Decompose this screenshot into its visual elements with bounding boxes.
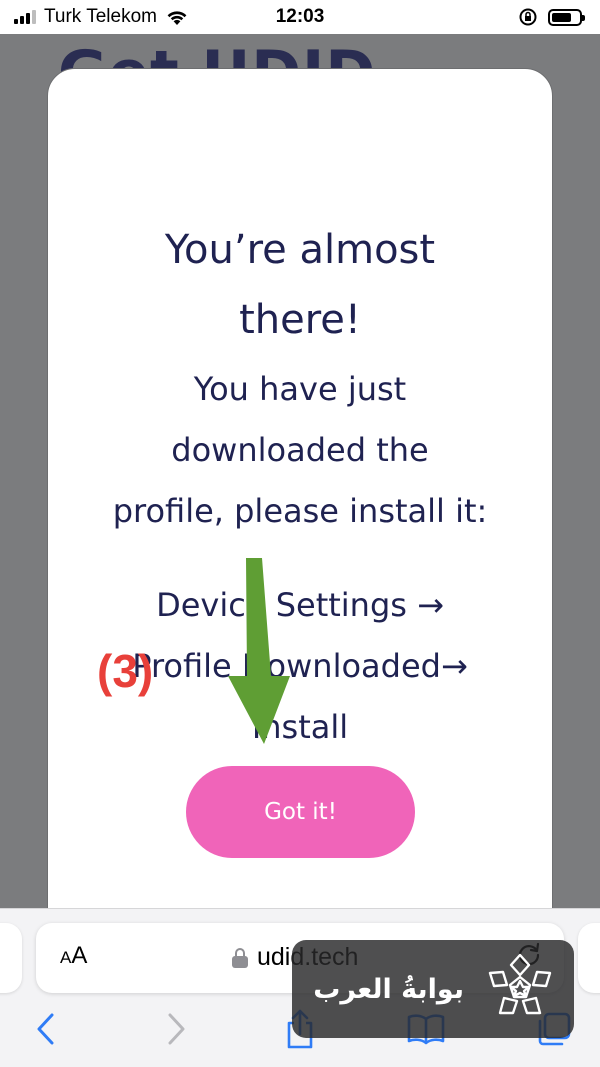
cellular-signal-icon <box>14 10 36 24</box>
aa-large-letter: A <box>71 942 88 969</box>
modal-step-line-3: Install <box>251 708 349 746</box>
carrier-name: Turk Telekom <box>44 6 157 27</box>
back-button[interactable] <box>26 1009 66 1049</box>
chevron-right-icon <box>168 1013 185 1045</box>
status-left: Turk Telekom <box>14 6 189 28</box>
watermark-logo-icon <box>488 953 552 1015</box>
aa-small-letter: A <box>60 948 72 967</box>
down-arrow-icon <box>228 558 290 744</box>
modal-title: You’re almost there! <box>88 215 512 355</box>
wifi-icon <box>167 11 187 25</box>
forward-button[interactable] <box>156 1009 196 1049</box>
got-it-button[interactable]: Got it! <box>186 766 415 858</box>
status-bar: Turk Telekom 12:03 <box>0 0 600 34</box>
battery-icon <box>548 8 585 26</box>
status-right <box>518 7 585 27</box>
next-tab-peek[interactable] <box>578 923 600 993</box>
step-number-label: (3) <box>97 645 154 697</box>
previous-tab-peek[interactable] <box>0 923 22 993</box>
reader-settings-button[interactable]: AA <box>60 942 87 970</box>
orientation-lock-icon <box>519 8 537 26</box>
chevron-left-icon <box>37 1013 54 1045</box>
lock-icon <box>232 947 248 968</box>
modal-step-line-1: Device Settings → <box>156 586 444 624</box>
watermark-text: بوابةُ العرب <box>313 973 464 1005</box>
modal-body-line-3: profile, please install it: <box>112 492 488 530</box>
watermark-badge: بوابةُ العرب <box>292 940 574 1038</box>
modal-title-line-1: You’re almost <box>164 227 436 273</box>
modal-body-line-1: You have just <box>193 370 407 408</box>
modal-title-line-2: there! <box>239 297 361 343</box>
modal-body: You have just downloaded the profile, pl… <box>78 359 522 542</box>
modal-body-line-2: downloaded the <box>171 431 429 469</box>
